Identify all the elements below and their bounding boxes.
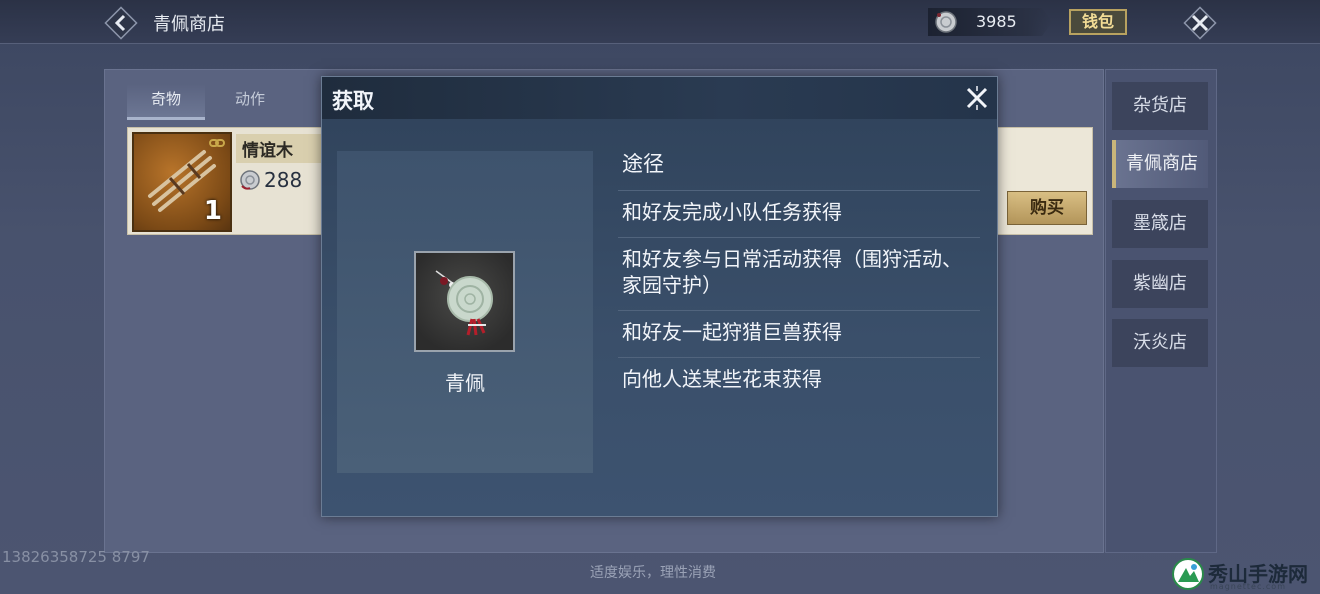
close-shop-button[interactable] [1180, 3, 1220, 43]
source-item[interactable]: 和好友参与日常活动获得（围狩活动、家园守护） [618, 238, 980, 311]
currency-amount: 3985 [976, 12, 1017, 31]
currency-display: 3985 [928, 8, 1052, 36]
sidebar-item-ziyou[interactable]: 紫幽店 [1112, 260, 1208, 308]
jade-coin-icon [240, 170, 260, 190]
watermark-subtext: magnettec.com [1210, 582, 1286, 591]
item-preview-image [414, 251, 515, 352]
tab-curios[interactable]: 奇物 [127, 84, 205, 120]
tab-actions[interactable]: 动作 [211, 84, 289, 120]
item-name: 情谊木 [236, 134, 322, 163]
watermark: 秀山手游网 magnettec.com [1170, 556, 1320, 594]
top-bar: 青佩商店 3985 钱包 [0, 0, 1320, 44]
source-list: 途径 和好友完成小队任务获得 和好友参与日常活动获得（围狩活动、家园守护） 和好… [618, 139, 980, 404]
footer-note: 适度娱乐，理性消费 [590, 565, 716, 581]
acquire-dialog: 获取 青佩 途径 和好友完成小队任务获得 和好友参与日常活动获得（围狩活动、家园… [321, 76, 998, 517]
page-title: 青佩商店 [153, 14, 225, 35]
shop-item-card[interactable]: 1 情谊木 288 [127, 127, 323, 235]
wallet-button[interactable]: 钱包 [1069, 9, 1127, 35]
dialog-header: 获取 [322, 77, 997, 119]
jade-pendant-icon [435, 270, 493, 336]
item-preview-name: 青佩 [445, 371, 485, 395]
source-item[interactable]: 和好友一起狩猎巨兽获得 [618, 311, 980, 358]
account-id: 13826358725 8797 [2, 548, 150, 566]
item-preview: 青佩 [337, 151, 593, 473]
buy-button[interactable]: 购买 [1007, 191, 1087, 225]
source-item[interactable]: 和好友完成小队任务获得 [618, 191, 980, 238]
jade-coin-icon [935, 11, 957, 33]
source-list-header: 途径 [618, 139, 980, 191]
back-arrow-icon [104, 6, 138, 40]
source-item[interactable]: 向他人送某些花束获得 [618, 358, 980, 404]
item-quantity: 1 [203, 196, 222, 226]
item-price: 288 [264, 168, 303, 192]
close-icon [966, 86, 988, 110]
sidebar-item-qingpei[interactable]: 青佩商店 [1112, 140, 1208, 188]
dialog-close-button[interactable] [962, 83, 992, 113]
close-icon [1183, 6, 1217, 40]
watermark-logo-icon [1172, 558, 1204, 590]
sidebar-item-grocery[interactable]: 杂货店 [1112, 82, 1208, 130]
sidebar-item-woyan[interactable]: 沃炎店 [1112, 319, 1208, 367]
back-button[interactable] [102, 4, 140, 42]
chain-link-icon [209, 139, 225, 147]
shop-sidebar: 杂货店 青佩商店 墨箴店 紫幽店 沃炎店 [1105, 69, 1217, 553]
sidebar-item-mozhen[interactable]: 墨箴店 [1112, 200, 1208, 248]
dialog-title: 获取 [332, 89, 374, 113]
